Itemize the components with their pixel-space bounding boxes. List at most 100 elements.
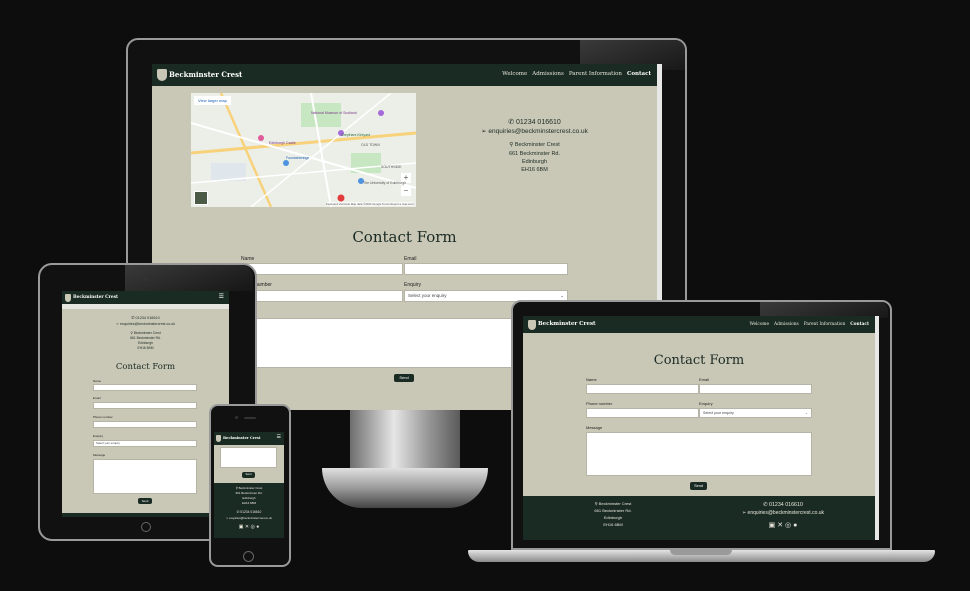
send-button[interactable]: Send bbox=[690, 482, 707, 490]
email-label: Email bbox=[699, 377, 710, 382]
send-button[interactable]: Send bbox=[138, 498, 152, 504]
contact-phone[interactable]: ✆ 01234 016610 bbox=[62, 315, 229, 320]
crest-icon bbox=[157, 69, 167, 81]
facebook-icon[interactable]: ● bbox=[793, 522, 797, 529]
nav-contact[interactable]: Contact bbox=[850, 322, 869, 327]
send-button[interactable]: Send bbox=[394, 374, 414, 382]
brand-name[interactable]: Beckminster Crest bbox=[538, 321, 596, 327]
nav-links: Welcome Admissions Parent Information Conta… bbox=[744, 322, 869, 327]
name-label: Name bbox=[93, 379, 102, 383]
nav-welcome[interactable]: Welcome bbox=[502, 71, 527, 77]
contact-address-city: Edinburgh bbox=[137, 341, 154, 345]
name-input[interactable] bbox=[241, 263, 403, 275]
enquiry-select[interactable]: Select your enquiry ⌄ bbox=[699, 408, 812, 418]
tablet-navbar: Beckminster Crest ☰ bbox=[62, 291, 229, 304]
contact-address-postcode: EH16 6BM bbox=[521, 167, 548, 173]
name-input[interactable] bbox=[93, 384, 197, 391]
map-zoom-out-button[interactable]: − bbox=[401, 186, 411, 196]
nav-welcome[interactable]: Welcome bbox=[749, 322, 769, 327]
map-embed-strip[interactable] bbox=[62, 304, 229, 309]
footer-address-city: Edinburgh bbox=[603, 515, 623, 520]
hamburger-icon[interactable]: ☰ bbox=[277, 435, 281, 440]
phone-label: number bbox=[255, 282, 272, 288]
nav-admissions[interactable]: Admissions bbox=[774, 322, 799, 327]
nav-parent-information[interactable]: Parent Information bbox=[569, 71, 622, 77]
phone-home-button[interactable] bbox=[243, 551, 254, 562]
message-textarea[interactable] bbox=[93, 459, 197, 494]
map-label-southside: SOUTHSIDE bbox=[381, 165, 402, 169]
x-icon[interactable]: ✕ bbox=[777, 522, 783, 529]
instagram-icon[interactable]: ◎ bbox=[785, 522, 791, 529]
phone-label: Phone number bbox=[586, 401, 613, 406]
phone-input[interactable] bbox=[586, 408, 699, 418]
contact-email[interactable]: ➢ enquiries@beckminstercrest.co.uk bbox=[62, 322, 229, 326]
contact-address-name: ⚲ Beckminster Crest bbox=[130, 331, 161, 335]
email-input[interactable] bbox=[404, 263, 568, 275]
footer-phone[interactable]: ✆ 01234 016610 bbox=[214, 510, 284, 514]
footer-social-icons: ▣ ✕ ◎ ● bbox=[713, 521, 853, 529]
enquiry-label: Enquiry bbox=[93, 434, 104, 438]
map-label-museum: National Museum of Scotland bbox=[311, 111, 357, 115]
nav-links: Welcome Admissions Parent Information Conta… bbox=[497, 71, 651, 77]
nav-admissions[interactable]: Admissions bbox=[532, 71, 564, 77]
footer-social-icons: ▣ ✕ ◎ ● bbox=[214, 524, 284, 530]
message-label: Message bbox=[93, 453, 106, 457]
x-icon[interactable]: ✕ bbox=[245, 524, 249, 530]
laptop-navbar: Beckminster Crest Welcome Admissions Paren… bbox=[523, 316, 875, 333]
crest-icon bbox=[528, 320, 536, 330]
map-embed[interactable]: View larger map + − OLD TOWN Edinburgh C… bbox=[191, 93, 416, 207]
contact-phone[interactable]: ✆ 01234 016610 bbox=[452, 118, 617, 126]
contact-email[interactable]: ➢ enquiries@beckminstercrest.co.uk bbox=[452, 127, 617, 135]
linkedin-icon[interactable]: ▣ bbox=[239, 524, 244, 530]
message-textarea[interactable] bbox=[220, 447, 277, 468]
facebook-icon[interactable]: ● bbox=[256, 524, 259, 530]
enquiry-select[interactable]: Select your enquiry bbox=[93, 440, 197, 447]
phone-screen: Beckminster Crest ☰ Send ⚲ Beckminster C… bbox=[214, 432, 284, 538]
contact-address-postcode: EH16 6BM bbox=[137, 346, 154, 350]
phone-input[interactable] bbox=[93, 421, 197, 428]
name-input[interactable] bbox=[586, 384, 699, 394]
desktop-navbar: Beckminster Crest Welcome Admissions Paren… bbox=[152, 64, 657, 86]
map-satellite-toggle[interactable] bbox=[194, 191, 208, 205]
tablet-screen: Beckminster Crest ☰ ✆ 01234 016610 ➢ enq… bbox=[62, 291, 229, 517]
instagram-icon[interactable]: ◎ bbox=[250, 524, 254, 530]
laptop-scrollbar bbox=[875, 316, 879, 540]
message-textarea[interactable] bbox=[586, 432, 812, 476]
phone-input[interactable] bbox=[241, 290, 403, 302]
phone-speaker bbox=[244, 417, 256, 419]
footer-email[interactable]: ➢ enquiries@beckminstercrest.co.uk bbox=[214, 516, 284, 520]
map-label-university: The University of Edinburgh bbox=[363, 181, 407, 185]
brand-name[interactable]: Beckminster Crest bbox=[73, 295, 118, 300]
email-label: Email bbox=[404, 256, 417, 262]
chevron-down-icon: ⌄ bbox=[804, 411, 808, 415]
send-button[interactable]: Send bbox=[242, 472, 255, 478]
footer-phone[interactable]: ✆ 01234 016610 bbox=[713, 502, 853, 508]
tablet-home-button[interactable] bbox=[141, 522, 151, 532]
phone-camera bbox=[235, 416, 238, 419]
enquiry-label: Enquiry bbox=[404, 282, 421, 288]
linkedin-icon[interactable]: ▣ bbox=[769, 522, 776, 529]
message-label: Message bbox=[586, 425, 603, 430]
footer-address-city: Edinburgh bbox=[242, 496, 256, 500]
crest-icon bbox=[216, 435, 221, 442]
footer-address-street: 661 Beckminster Rd. bbox=[235, 491, 263, 495]
email-input[interactable] bbox=[93, 402, 197, 409]
map-attribution: Keyboard shortcuts Map data ©2024 Google… bbox=[325, 202, 414, 206]
site-footer: ⚲ Beckminster Crest 661 Beckminster Rd. … bbox=[523, 496, 875, 540]
enquiry-label: Enquiry bbox=[699, 401, 713, 406]
map-graphic bbox=[191, 93, 416, 207]
hamburger-icon[interactable]: ☰ bbox=[219, 294, 224, 300]
footer-address-name: ⚲ Beckminster Crest bbox=[594, 501, 632, 506]
contact-address-name: ⚲ Beckminster Crest bbox=[509, 142, 560, 148]
nav-parent-information[interactable]: Parent Information bbox=[804, 322, 846, 327]
footer-email[interactable]: ➢ enquiries@beckminstercrest.co.uk bbox=[713, 510, 853, 516]
contact-form-title: Contact Form bbox=[352, 228, 457, 246]
email-input[interactable] bbox=[699, 384, 812, 394]
map-view-larger-link[interactable]: View larger map bbox=[194, 96, 231, 105]
contact-address-street: 661 Beckminster Rd. bbox=[508, 151, 561, 157]
nav-contact[interactable]: Contact bbox=[627, 71, 651, 77]
brand-name[interactable]: Beckminster Crest bbox=[223, 436, 261, 440]
brand-name[interactable]: Beckminster Crest bbox=[169, 70, 242, 79]
phone-icon: ✆ bbox=[508, 119, 517, 126]
laptop-hinge-notch bbox=[670, 550, 732, 555]
